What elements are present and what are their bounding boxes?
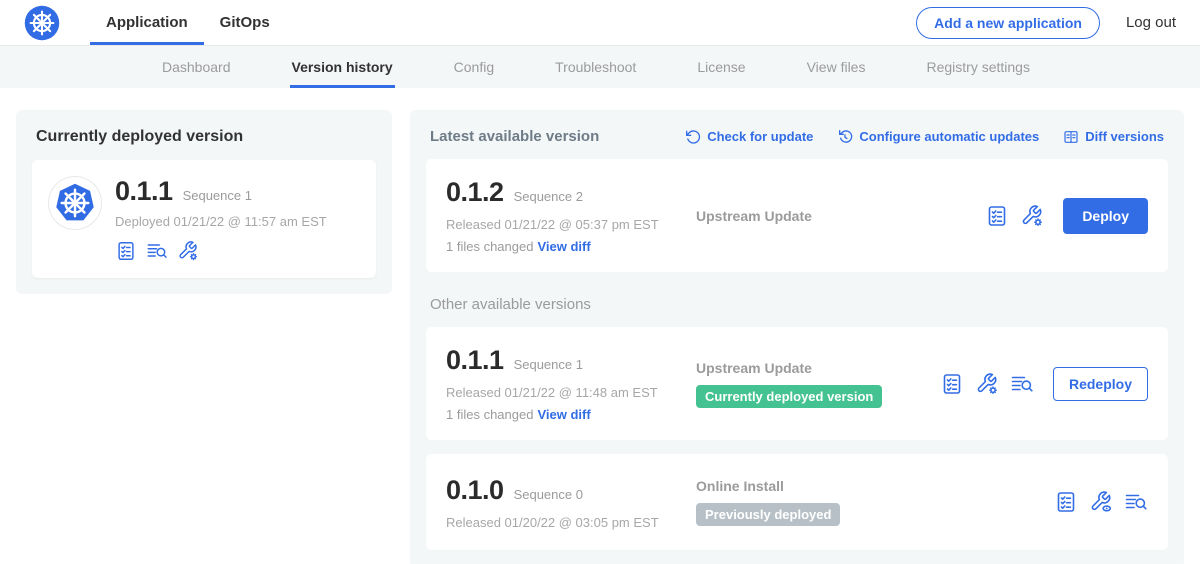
released-date: Released 01/20/22 @ 03:05 pm EST	[446, 515, 696, 530]
view-logs-icon[interactable]	[1010, 372, 1034, 396]
version-number: 0.1.1	[446, 345, 504, 376]
diff-versions-link[interactable]: Diff versions	[1063, 129, 1164, 145]
tab-gitops[interactable]: GitOps	[204, 0, 286, 45]
version-number: 0.1.0	[446, 475, 504, 506]
previously-deployed-badge: Previously deployed	[696, 503, 840, 526]
sequence-label: Sequence 1	[514, 357, 583, 372]
add-application-button[interactable]: Add a new application	[916, 7, 1100, 39]
version-source-label: Upstream Update	[696, 208, 985, 224]
released-date: Released 01/21/22 @ 11:48 am EST	[446, 385, 696, 400]
subnav-dashboard[interactable]: Dashboard	[160, 46, 233, 88]
check-for-update-link[interactable]: Check for update	[685, 129, 813, 145]
other-versions-title: Other available versions	[430, 296, 1164, 313]
edit-config-icon[interactable]	[1020, 204, 1044, 228]
subnav-registry-settings[interactable]: Registry settings	[924, 46, 1031, 88]
currently-deployed-badge: Currently deployed version	[696, 385, 882, 408]
deployed-date: Deployed 01/21/22 @ 11:57 am EST	[115, 214, 327, 229]
check-for-update-label: Check for update	[707, 129, 813, 144]
redeploy-button[interactable]: Redeploy	[1053, 367, 1148, 401]
edit-config-icon[interactable]	[177, 240, 199, 262]
deploy-button[interactable]: Deploy	[1063, 198, 1148, 234]
refresh-icon	[685, 129, 701, 145]
version-card-0-1-0: 0.1.0 Sequence 0 Released 01/20/22 @ 03:…	[426, 454, 1168, 550]
subnav-config[interactable]: Config	[452, 46, 496, 88]
view-diff-link[interactable]: View diff	[537, 407, 590, 422]
files-changed-label: 1 files changed	[446, 239, 533, 254]
tab-application[interactable]: Application	[90, 0, 204, 45]
preflight-checklist-icon[interactable]	[940, 372, 964, 396]
version-source-label: Upstream Update	[696, 360, 940, 376]
version-card-0-1-2: 0.1.2 Sequence 2 Released 01/21/22 @ 05:…	[426, 159, 1168, 272]
subnav-license[interactable]: License	[695, 46, 747, 88]
deployed-panel-title: Currently deployed version	[32, 128, 376, 146]
configure-automatic-updates-label: Configure automatic updates	[859, 129, 1039, 144]
deployed-version-number: 0.1.1	[115, 176, 173, 207]
available-versions-panel: Latest available version Check for updat…	[410, 110, 1184, 564]
diff-versions-label: Diff versions	[1085, 129, 1164, 144]
edit-config-icon[interactable]	[975, 372, 999, 396]
preflight-checklist-icon[interactable]	[985, 204, 1009, 228]
subnav-view-files[interactable]: View files	[805, 46, 868, 88]
app-subnav: Dashboard Version history Config Trouble…	[0, 46, 1200, 88]
preflight-checklist-icon[interactable]	[1054, 490, 1078, 514]
sequence-label: Sequence 0	[514, 487, 583, 502]
kots-admin-console: Application GitOps Add a new application…	[0, 0, 1200, 564]
header-actions: Add a new application Log out	[916, 0, 1176, 45]
latest-version-title: Latest available version	[430, 128, 599, 145]
currently-deployed-panel: Currently deployed version 0.1.1 Sequenc…	[16, 110, 392, 294]
subnav-troubleshoot[interactable]: Troubleshoot	[553, 46, 638, 88]
version-history-page: Currently deployed version 0.1.1 Sequenc…	[0, 88, 1200, 564]
header-tabs: Application GitOps	[90, 0, 286, 45]
sequence-label: Sequence 2	[514, 189, 583, 204]
view-config-icon[interactable]	[1089, 490, 1113, 514]
configure-automatic-updates-link[interactable]: Configure automatic updates	[837, 129, 1039, 145]
preflight-checklist-icon[interactable]	[115, 240, 137, 262]
view-logs-icon[interactable]	[146, 240, 168, 262]
version-source-label: Online Install	[696, 478, 1054, 494]
deployed-version-card: 0.1.1 Sequence 1 Deployed 01/21/22 @ 11:…	[32, 160, 376, 278]
app-kubernetes-logo-icon	[48, 176, 102, 230]
version-card-0-1-1: 0.1.1 Sequence 1 Released 01/21/22 @ 11:…	[426, 327, 1168, 440]
schedule-update-icon	[837, 129, 853, 145]
subnav-version-history[interactable]: Version history	[290, 46, 395, 88]
view-logs-icon[interactable]	[1124, 490, 1148, 514]
view-diff-link[interactable]: View diff	[537, 239, 590, 254]
app-header: Application GitOps Add a new application…	[0, 0, 1200, 46]
kubernetes-logo-icon	[24, 5, 60, 41]
logout-link[interactable]: Log out	[1126, 14, 1176, 31]
diff-icon	[1063, 129, 1079, 145]
version-number: 0.1.2	[446, 177, 504, 208]
released-date: Released 01/21/22 @ 05:37 pm EST	[446, 217, 696, 232]
deployed-sequence-label: Sequence 1	[183, 188, 252, 203]
files-changed-label: 1 files changed	[446, 407, 533, 422]
